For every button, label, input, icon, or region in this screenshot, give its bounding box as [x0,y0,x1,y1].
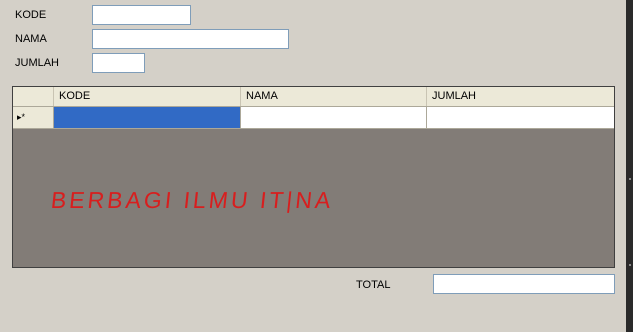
grid-header: KODE NAMA JUMLAH [13,87,614,107]
jumlah-label: JUMLAH [15,57,60,69]
watermark-text: BERBAGI ILMU IT|NA [49,187,335,213]
new-row-indicator-icon[interactable]: ▸* [13,107,54,128]
nama-input[interactable] [92,29,289,49]
column-header-kode[interactable]: KODE [54,87,241,106]
kode-input[interactable] [92,5,191,25]
cell-nama[interactable] [241,107,427,128]
cell-kode[interactable] [54,107,241,128]
new-row[interactable]: ▸* [13,107,614,129]
jumlah-input[interactable] [92,53,145,73]
row-header-corner [13,87,54,106]
nama-label: NAMA [15,33,47,45]
column-header-nama[interactable]: NAMA [241,87,427,106]
total-label: TOTAL [356,279,391,291]
data-grid[interactable]: KODE NAMA JUMLAH ▸* BERBAGI ILMU IT|NA [12,86,615,268]
total-input[interactable] [433,274,615,294]
kode-label: KODE [15,9,47,21]
cell-jumlah[interactable] [427,107,614,128]
window-frame-edge [626,0,633,332]
column-header-jumlah[interactable]: JUMLAH [427,87,614,106]
